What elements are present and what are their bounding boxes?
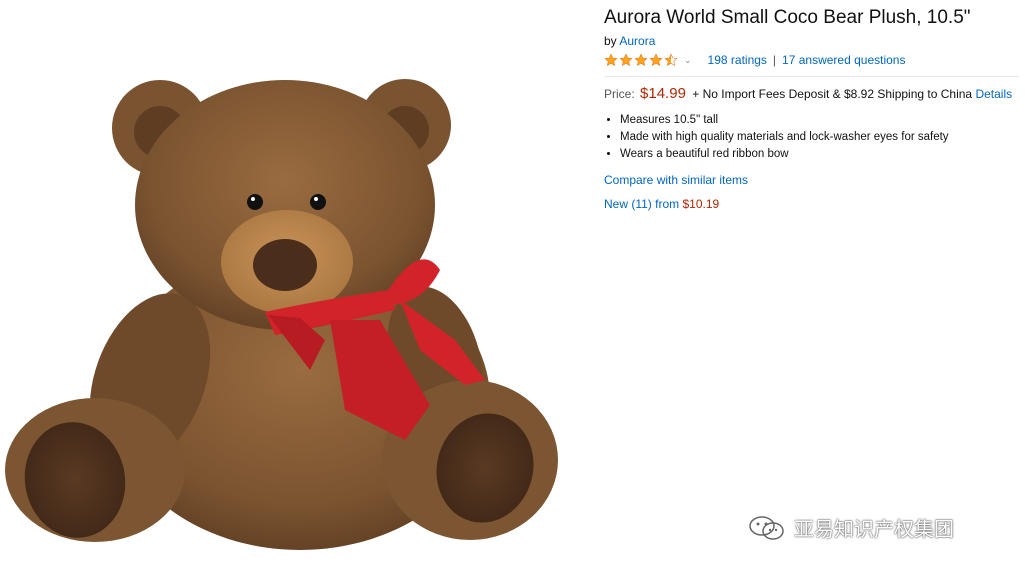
shipping-note: + No Import Fees Deposit & $8.92 Shippin… bbox=[692, 87, 973, 101]
watermark: 亚易知识产权集团 bbox=[748, 513, 954, 542]
feature-bullets: Measures 10.5" tall Made with high quali… bbox=[604, 112, 1019, 163]
star-full-icon bbox=[604, 53, 618, 66]
star-half-icon bbox=[664, 53, 678, 66]
star-full-icon bbox=[619, 53, 633, 66]
product-details: Aurora World Small Coco Bear Plush, 10.5… bbox=[604, 6, 1019, 211]
compare-link[interactable]: Compare with similar items bbox=[604, 173, 748, 187]
wechat-icon bbox=[749, 515, 784, 540]
separator: | bbox=[772, 53, 777, 67]
product-image[interactable] bbox=[0, 0, 590, 574]
star-full-icon bbox=[649, 53, 663, 66]
star-rating[interactable]: ⌄ bbox=[604, 53, 708, 67]
feature-bullet: Wears a beautiful red ribbon bow bbox=[620, 146, 1019, 163]
brand-link[interactable]: Aurora bbox=[619, 34, 655, 48]
details-link[interactable]: Details bbox=[975, 87, 1012, 101]
feature-bullet: Made with high quality materials and loc… bbox=[620, 129, 1019, 146]
feature-bullet: Measures 10.5" tall bbox=[620, 112, 1019, 129]
offers-price: $10.19 bbox=[682, 197, 720, 211]
price-label: Price: bbox=[604, 87, 635, 101]
divider bbox=[604, 76, 1019, 77]
star-full-icon bbox=[634, 53, 648, 66]
price-row: Price: $14.99 + No Import Fees Deposit &… bbox=[604, 85, 1019, 103]
offers-row[interactable]: New (11) from $10.19 bbox=[604, 197, 1019, 211]
chevron-down-icon[interactable]: ⌄ bbox=[684, 55, 692, 66]
price-value: $14.99 bbox=[640, 85, 686, 102]
answered-questions-link[interactable]: 17 answered questions bbox=[782, 53, 905, 67]
by-label: by bbox=[604, 34, 617, 48]
watermark-text: 亚易知识产权集团 bbox=[794, 517, 954, 541]
teddy-bear-image bbox=[5, 79, 558, 550]
product-title: Aurora World Small Coco Bear Plush, 10.5… bbox=[604, 7, 971, 28]
brand-byline: by Aurora bbox=[604, 34, 1019, 48]
compare-row: Compare with similar items bbox=[604, 173, 1019, 187]
rating-row: ⌄ 198 ratings | 17 answered questions bbox=[604, 51, 1019, 69]
ratings-count-link[interactable]: 198 ratings bbox=[708, 53, 767, 67]
new-offers-link[interactable]: New (11) from bbox=[604, 197, 679, 211]
